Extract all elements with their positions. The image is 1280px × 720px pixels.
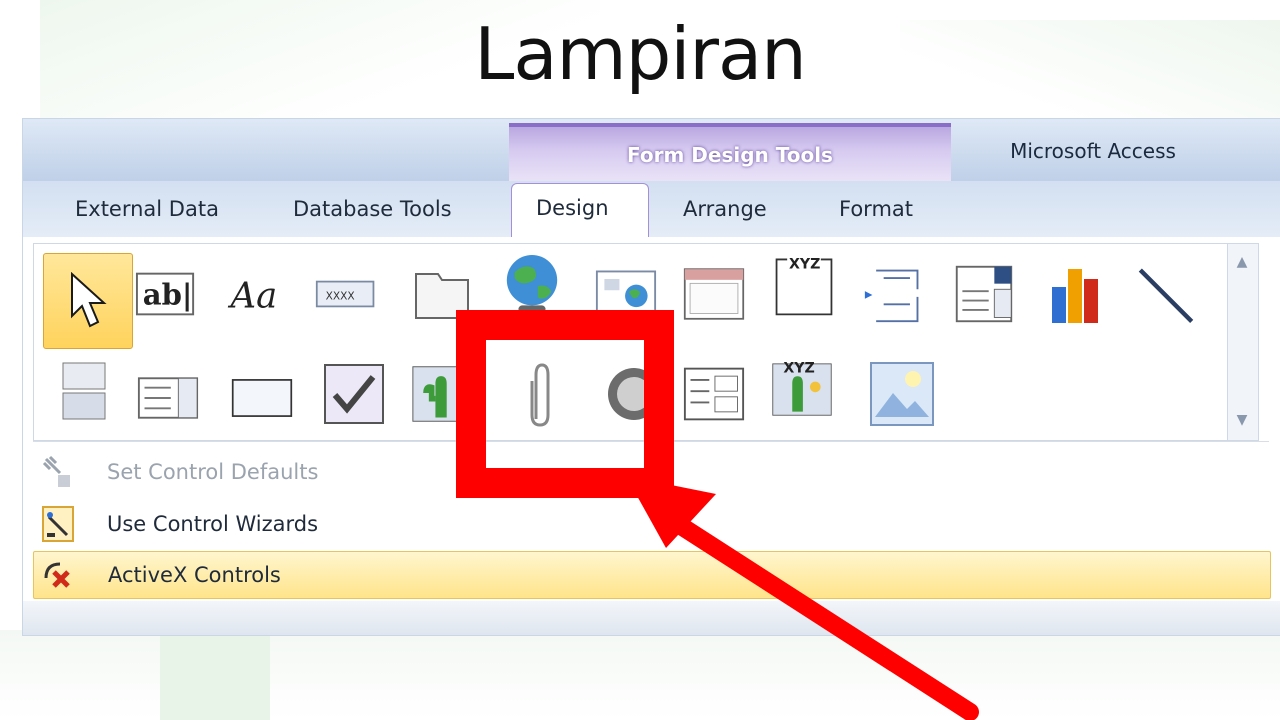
context-group-label: Form Design Tools [627, 143, 833, 167]
combo-box-icon[interactable] [953, 263, 1015, 325]
subform-icon[interactable] [683, 363, 745, 425]
label-icon[interactable]: Aa [227, 263, 289, 325]
unbound-object-frame-icon[interactable] [411, 363, 473, 425]
menu-item-label: Set Control Defaults [107, 460, 319, 484]
web-browser-icon[interactable] [595, 263, 657, 325]
tab-format[interactable]: Format [839, 197, 913, 221]
tab-design[interactable]: Design [511, 183, 649, 237]
tab-arrange[interactable]: Arrange [683, 197, 767, 221]
background-decoration [160, 630, 270, 720]
page-break-icon[interactable] [863, 263, 925, 325]
menu-item-label: Use Control Wizards [107, 512, 319, 536]
app-title: Microsoft Access [1010, 139, 1176, 163]
chart-icon[interactable] [1047, 263, 1109, 325]
scroll-down-icon[interactable]: ▼ [1232, 410, 1252, 430]
textbox-icon[interactable]: ab| [135, 263, 197, 325]
hyperlink-icon[interactable] [501, 253, 563, 315]
menu-divider [33, 441, 1269, 442]
svg-text:XYZ: XYZ [783, 361, 814, 377]
status-strip [23, 601, 1280, 635]
bound-object-frame-icon[interactable]: XYZ [771, 355, 833, 417]
control-wizard-icon [35, 501, 81, 547]
option-group-icon[interactable]: XYZ [773, 255, 835, 317]
select-pointer-icon[interactable] [43, 253, 133, 349]
gallery-scrollbar[interactable]: ▲ ▼ [1227, 243, 1259, 441]
menu-item-set-control-defaults[interactable]: Set Control Defaults [33, 449, 1269, 495]
menu-item-label: ActiveX Controls [108, 563, 281, 587]
check-box-icon[interactable] [323, 363, 385, 425]
wrench-icon [35, 449, 81, 495]
navigation-control-icon[interactable] [683, 263, 745, 325]
svg-text:XYZ: XYZ [789, 256, 820, 272]
tab-external-data[interactable]: External Data [75, 197, 219, 221]
attachment-icon[interactable] [509, 363, 571, 427]
list-box-icon[interactable] [137, 367, 199, 429]
tab-control-icon[interactable] [411, 263, 473, 325]
svg-text:XXXX: XXXX [326, 289, 355, 302]
image-icon[interactable] [867, 359, 937, 429]
access-ribbon-screenshot: Form Design Tools Microsoft Access Exter… [22, 118, 1280, 636]
toggle-button-icon[interactable] [53, 361, 115, 423]
menu-item-use-control-wizards[interactable]: Use Control Wizards [33, 501, 1269, 547]
button-icon[interactable]: XXXX [315, 263, 377, 325]
scroll-up-icon[interactable]: ▲ [1232, 252, 1252, 272]
rectangle-icon[interactable] [231, 367, 293, 429]
svg-text:Aa: Aa [228, 275, 278, 316]
menu-item-activex-controls[interactable]: ActiveX Controls [33, 551, 1271, 599]
svg-text:ab|: ab| [143, 278, 193, 312]
activex-icon [36, 552, 82, 598]
option-button-icon[interactable] [603, 363, 665, 425]
slide-title: Lampiran [474, 12, 806, 96]
tab-database-tools[interactable]: Database Tools [293, 197, 452, 221]
line-icon[interactable] [1135, 263, 1197, 325]
